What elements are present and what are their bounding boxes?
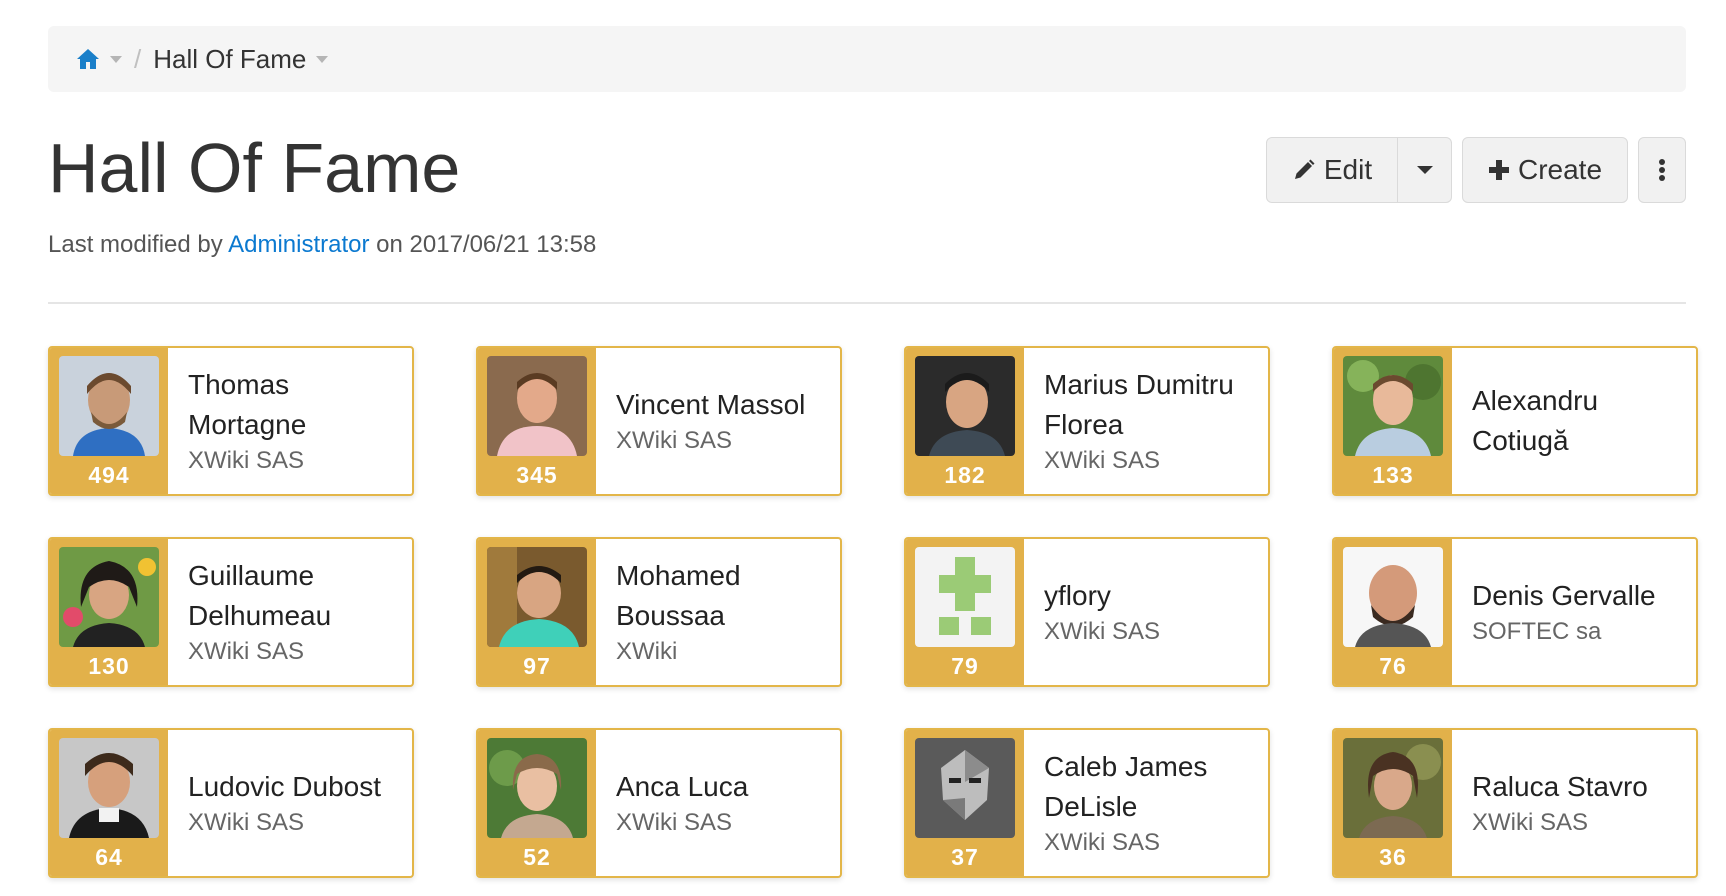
contributor-company: XWiki SAS (616, 809, 733, 836)
more-actions-button[interactable] (1638, 137, 1686, 203)
avatar[interactable] (915, 547, 1015, 647)
chevron-down-icon (1416, 166, 1433, 174)
contributor-name-line[interactable]: Denis Gervalle (1472, 576, 1684, 616)
avatar[interactable] (1343, 738, 1443, 838)
edit-button[interactable]: Edit (1266, 137, 1398, 203)
contributor-card[interactable]: 130 Guillaume Delhumeau XWiki SAS (48, 537, 414, 687)
avatar[interactable] (487, 547, 587, 647)
avatar[interactable] (59, 356, 159, 456)
contributor-name-line[interactable]: Cotiugă (1472, 421, 1684, 461)
score-badge: 345 (516, 462, 558, 488)
contributor-card[interactable]: 182 Marius Dumitru Florea XWiki SAS (904, 346, 1270, 496)
contributor-company: XWiki SAS (1472, 809, 1589, 836)
score-badge: 79 (951, 653, 979, 679)
avatar[interactable] (59, 738, 159, 838)
contributor-card[interactable]: 79 yflory XWiki SAS (904, 537, 1270, 687)
contributor-card[interactable]: 37 Caleb James DeLisle XWiki SAS (904, 728, 1270, 878)
avatar[interactable] (915, 738, 1015, 838)
score-badge: 130 (88, 653, 130, 679)
score-badge: 52 (523, 844, 551, 870)
contributor-card[interactable]: 345 Vincent Massol XWiki SAS (476, 346, 842, 496)
contributor-name-line[interactable]: Anca Luca (616, 767, 828, 807)
contributor-name-line[interactable]: yflory (1044, 576, 1256, 616)
meta-prefix: Last modified by (48, 231, 223, 258)
home-dropdown-caret-icon[interactable] (110, 55, 122, 63)
contributor-company: XWiki SAS (616, 427, 733, 454)
contributor-company: XWiki (616, 638, 678, 665)
create-button[interactable]: Create (1462, 137, 1628, 203)
contributor-name-line[interactable]: Boussaa (616, 596, 828, 636)
contributor-name-line[interactable]: Raluca Stavro (1472, 767, 1684, 807)
contributor-company: XWiki SAS (1044, 618, 1161, 645)
contributor-company: XWiki SAS (188, 809, 305, 836)
score-badge: 64 (95, 844, 123, 870)
contributor-name-line[interactable]: Alexandru (1472, 381, 1684, 421)
pencil-icon (1292, 158, 1316, 182)
score-badge: 36 (1379, 844, 1407, 870)
page-title: Hall Of Fame (48, 129, 461, 207)
home-icon[interactable] (76, 48, 100, 70)
contributor-name-line[interactable]: Delhumeau (188, 596, 400, 636)
avatar[interactable] (487, 356, 587, 456)
score-badge: 37 (951, 844, 979, 870)
contributor-card[interactable]: 494 Thomas Mortagne XWiki SAS (48, 346, 414, 496)
breadcrumb: / Hall Of Fame (48, 26, 1686, 92)
contributor-card[interactable]: 64 Ludovic Dubost XWiki SAS (48, 728, 414, 878)
contributor-name-line[interactable]: Guillaume (188, 556, 400, 596)
vertical-ellipsis-icon (1658, 158, 1666, 182)
edit-label: Edit (1323, 154, 1373, 185)
contributor-card[interactable]: 97 Mohamed Boussaa XWiki (476, 537, 842, 687)
contributor-name-line[interactable]: Mohamed (616, 556, 828, 596)
contributor-name-line[interactable]: Ludovic Dubost (188, 767, 400, 807)
avatar[interactable] (59, 547, 159, 647)
create-label: Create (1517, 154, 1603, 185)
contributor-company: XWiki SAS (188, 638, 305, 665)
author-link[interactable]: Administrator (228, 231, 369, 258)
contributor-company: XWiki SAS (1044, 829, 1161, 856)
breadcrumb-dropdown-caret-icon[interactable] (316, 55, 329, 63)
contributor-name-line[interactable]: DeLisle (1044, 787, 1256, 827)
contributor-card[interactable]: 52 Anca Luca XWiki SAS (476, 728, 842, 878)
contributor-card[interactable]: 76 Denis Gervalle SOFTEC sa (1332, 537, 1698, 687)
last-modified-info: Last modified by Administrator on 2017/0… (48, 231, 596, 259)
contributor-company: XWiki SAS (188, 447, 305, 474)
score-badge: 97 (523, 653, 551, 679)
avatar[interactable] (915, 356, 1015, 456)
contributor-name-line[interactable]: Mortagne (188, 405, 400, 445)
score-badge: 76 (1379, 653, 1407, 679)
edit-dropdown-button[interactable] (1397, 137, 1452, 203)
contributor-card[interactable]: 133 Alexandru Cotiugă (1332, 346, 1698, 496)
meta-suffix: on 2017/06/21 13:58 (376, 231, 597, 258)
score-badge: 182 (944, 462, 986, 488)
avatar[interactable] (1343, 547, 1443, 647)
score-badge: 494 (88, 462, 130, 488)
contributor-name-line[interactable]: Thomas (188, 365, 400, 405)
avatar[interactable] (1343, 356, 1443, 456)
contributor-company: XWiki SAS (1044, 447, 1161, 474)
page: / Hall Of Fame Hall Of Fame Last modifie… (0, 0, 1726, 896)
contributor-name-line[interactable]: Marius Dumitru (1044, 365, 1256, 405)
contributor-company: SOFTEC sa (1472, 618, 1602, 645)
contributor-card[interactable]: 36 Raluca Stavro XWiki SAS (1332, 728, 1698, 878)
breadcrumb-separator: / (134, 43, 142, 74)
contributor-name-line[interactable]: Florea (1044, 405, 1256, 445)
breadcrumb-current[interactable]: Hall Of Fame (153, 44, 306, 75)
contributor-name-line[interactable]: Caleb James (1044, 747, 1256, 787)
contributor-name-line[interactable]: Vincent Massol (616, 385, 828, 425)
divider (48, 302, 1686, 304)
avatar[interactable] (487, 738, 587, 838)
score-badge: 133 (1372, 462, 1414, 488)
plus-icon (1488, 159, 1510, 181)
